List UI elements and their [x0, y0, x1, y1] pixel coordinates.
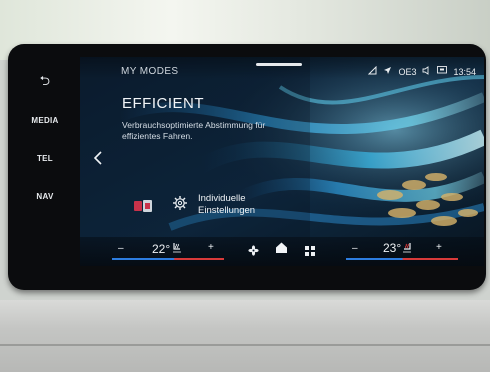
drive-mode-icon	[132, 198, 156, 214]
right-temperature-scale	[346, 258, 458, 260]
right-temp-increase-button[interactable]: +	[436, 242, 442, 253]
seat-heating-icon[interactable]	[172, 242, 182, 256]
tel-key[interactable]: TEL	[12, 154, 78, 163]
status-bar: OE3 13:54	[368, 65, 476, 77]
side-hard-keys: ⮌ MEDIA TEL NAV	[12, 50, 78, 280]
individual-settings-label: Individuelle Einstellungen	[198, 193, 256, 216]
left-temp-decrease-button[interactable]: –	[118, 243, 124, 254]
right-temperature: 23°	[383, 241, 402, 255]
location-arrow-icon	[383, 66, 392, 77]
left-temperature-scale	[112, 258, 224, 260]
mode-background-art	[80, 57, 484, 266]
seat-heating-right-icon[interactable]	[402, 242, 412, 256]
page-title: MY MODES	[121, 66, 179, 77]
radio-station-label: OE3	[398, 66, 417, 77]
infotainment-screen: MY MODES OE3 13:54 EFFICIENT Verbrauchso…	[80, 57, 484, 266]
grid-icon[interactable]	[305, 243, 315, 261]
home-icon[interactable]	[275, 241, 288, 259]
clock-time: 13:54	[453, 66, 476, 77]
mode-name: EFFICIENT	[122, 95, 204, 112]
back-arrow-icon[interactable]: ⮌	[12, 72, 78, 94]
previous-mode-arrow-icon[interactable]	[93, 151, 102, 170]
individual-settings-button[interactable]: Individuelle Einstellungen	[162, 187, 272, 221]
nav-key[interactable]: NAV	[12, 192, 78, 201]
fan-icon[interactable]	[248, 243, 259, 261]
dashboard-seam	[0, 344, 490, 346]
display-icon[interactable]	[437, 66, 448, 77]
left-temperature: 22°	[152, 242, 171, 256]
media-key[interactable]: MEDIA	[12, 116, 78, 125]
left-temp-increase-button[interactable]: +	[208, 242, 214, 253]
speaker-icon[interactable]	[422, 66, 431, 77]
dashboard-surface	[0, 300, 490, 372]
mode-description: Verbrauchsoptimierte Abstimmung für effi…	[122, 120, 266, 141]
phone-signal-icon	[368, 65, 377, 77]
drag-handle[interactable]	[256, 63, 302, 66]
right-temp-decrease-button[interactable]: –	[352, 243, 358, 254]
settings-gear-icon	[172, 195, 188, 211]
climate-bar: – 22° + – 23° +	[80, 237, 484, 266]
